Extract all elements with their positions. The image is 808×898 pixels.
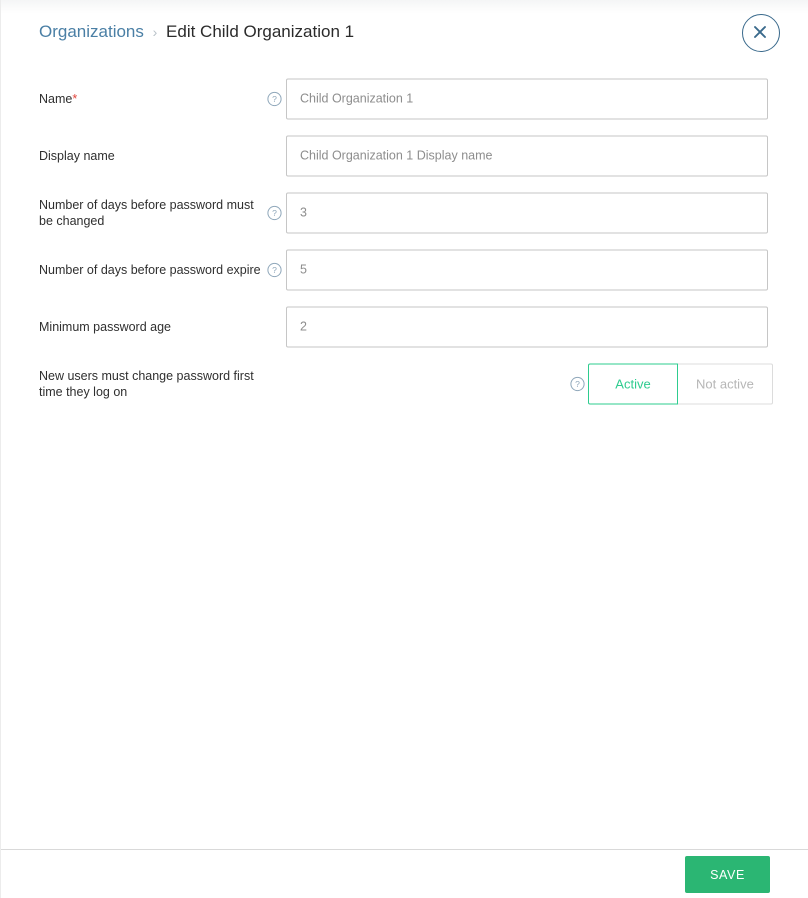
label-days-before-password-expire-text: Number of days before password expire [39, 262, 261, 277]
form-row-name: Name* ? [1, 70, 808, 127]
question-mark-circle-icon: ? [267, 262, 282, 277]
form-row-display-name: Display name [1, 127, 808, 184]
toggle-option-active[interactable]: Active [588, 363, 678, 404]
page-title: Edit Child Organization 1 [166, 22, 355, 41]
help-icon-days-before-password-expire[interactable]: ? [267, 262, 282, 277]
label-days-before-password-change: Number of days before password must be c… [39, 197, 265, 229]
label-new-users-must-change-password: New users must change password first tim… [39, 368, 265, 400]
svg-text:?: ? [272, 208, 277, 218]
label-minimum-password-age: Minimum password age [39, 319, 265, 335]
breadcrumb: Organizations › Edit Child Organization … [39, 20, 354, 44]
required-asterisk: * [72, 91, 78, 106]
label-minimum-password-age-text: Minimum password age [39, 319, 171, 334]
label-days-before-password-expire: Number of days before password expire [39, 262, 265, 278]
active-toggle-group: Active Not active [588, 363, 773, 404]
label-display-name-text: Display name [39, 148, 115, 163]
help-icon-days-before-password-change[interactable]: ? [267, 205, 282, 220]
label-name: Name* [39, 91, 265, 107]
top-gradient-strip [1, 0, 808, 14]
toggle-option-not-active[interactable]: Not active [678, 363, 773, 404]
form-row-new-users-must-change-password: New users must change password first tim… [1, 355, 808, 412]
form-row-days-before-password-change: Number of days before password must be c… [1, 184, 808, 241]
days-before-password-expire-input[interactable] [286, 249, 768, 290]
question-mark-circle-icon: ? [267, 205, 282, 220]
name-input[interactable] [286, 78, 768, 119]
help-icon-name[interactable]: ? [267, 91, 282, 106]
help-icon-new-users-must-change-password[interactable]: ? [570, 376, 585, 391]
question-mark-circle-icon: ? [570, 376, 585, 391]
label-display-name: Display name [39, 148, 265, 164]
breadcrumb-separator-icon: › [152, 24, 158, 40]
footer-divider [1, 849, 808, 850]
breadcrumb-link-organizations[interactable]: Organizations [39, 22, 144, 41]
label-new-users-must-change-password-text: New users must change password first tim… [39, 368, 254, 399]
days-before-password-change-input[interactable] [286, 192, 768, 233]
question-mark-circle-icon: ? [267, 91, 282, 106]
svg-text:?: ? [272, 94, 277, 104]
minimum-password-age-input[interactable] [286, 306, 768, 347]
label-name-text: Name [39, 91, 73, 106]
save-button[interactable]: SAVE [685, 856, 770, 893]
form-row-minimum-password-age: Minimum password age [1, 298, 808, 355]
svg-text:?: ? [575, 379, 580, 389]
close-x-icon [754, 26, 766, 38]
display-name-input[interactable] [286, 135, 768, 176]
edit-organization-page: Organizations › Edit Child Organization … [0, 0, 808, 898]
close-button[interactable] [742, 14, 780, 52]
page-header: Organizations › Edit Child Organization … [1, 14, 808, 60]
label-days-before-password-change-text: Number of days before password must be c… [39, 197, 254, 228]
organization-form: Name* ? Display name Number of days befo… [1, 70, 808, 412]
form-row-days-before-password-expire: Number of days before password expire ? [1, 241, 808, 298]
svg-text:?: ? [272, 265, 277, 275]
